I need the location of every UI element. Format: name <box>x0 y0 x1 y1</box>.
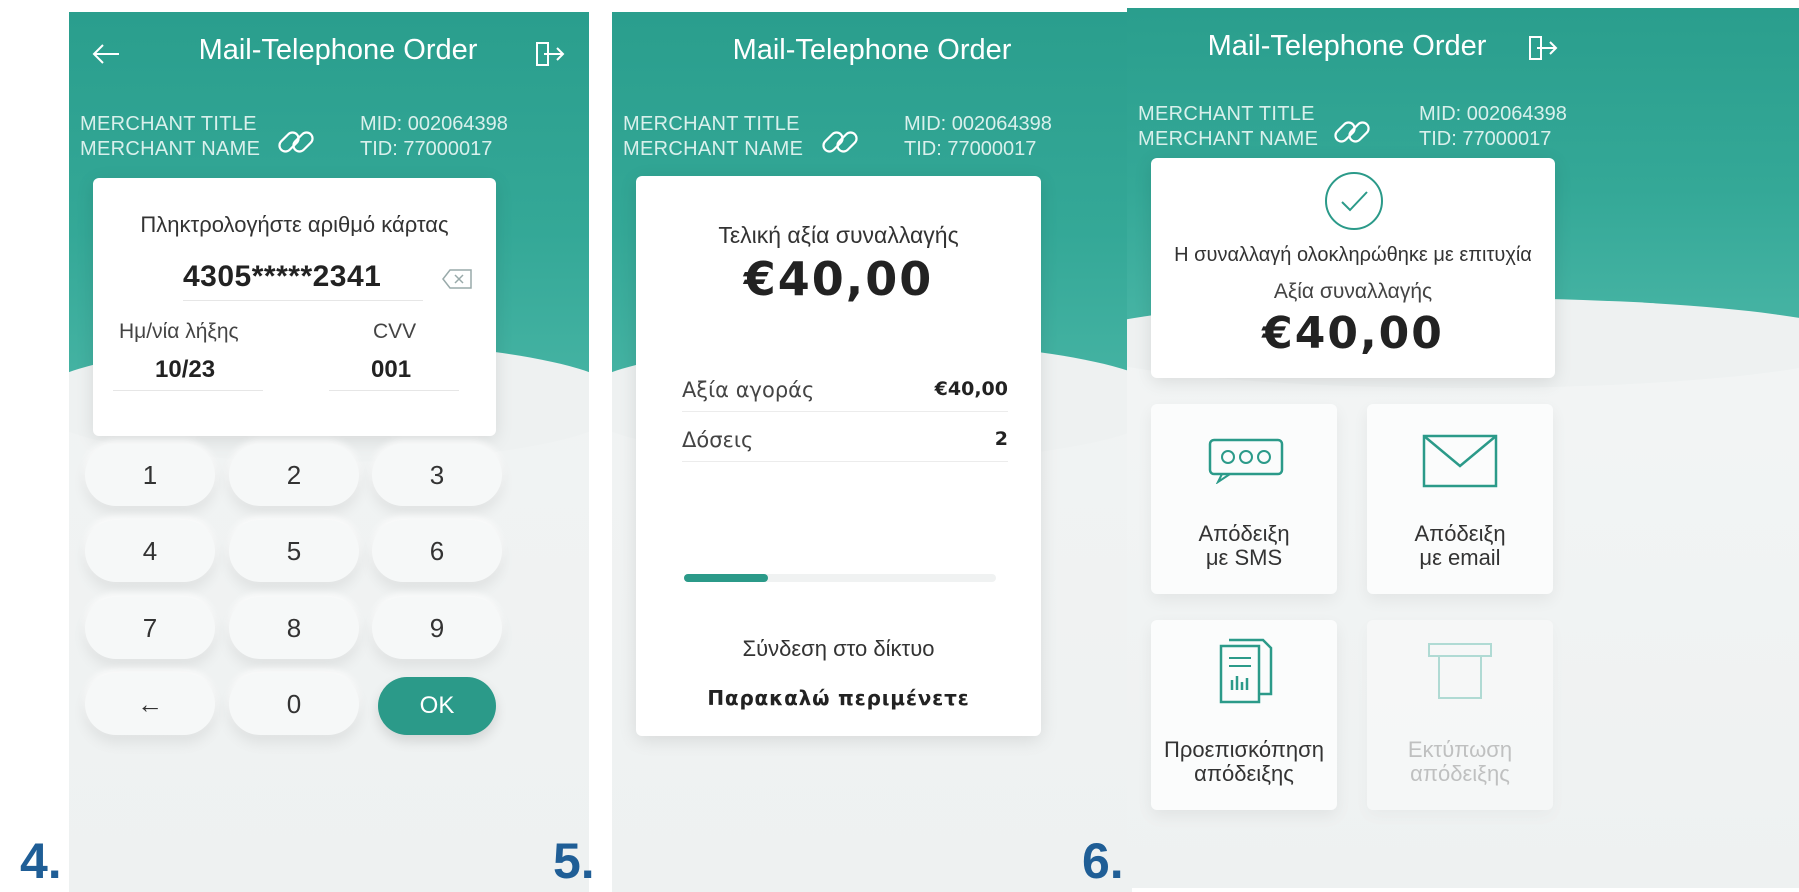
merchant-info: MERCHANT TITLE MERCHANT NAME <box>80 112 260 162</box>
link-icon <box>1330 110 1374 159</box>
terminal-ids: MID: 002064398 TID: 77000017 <box>1419 102 1567 152</box>
merchant-name: MERCHANT NAME <box>80 138 261 160</box>
email-receipt-label-1: Απόδειξη <box>1414 521 1506 546</box>
receipt-preview-icon <box>1219 638 1273 709</box>
preview-receipt-tile[interactable]: Προεπισκόπηση απόδειξης <box>1151 620 1337 810</box>
card-entry-panel: Πληκτρολογήστε αριθμό κάρτας 4305*****23… <box>93 178 496 436</box>
email-receipt-label-2: με email <box>1419 545 1501 570</box>
mid-value: MID: 002064398 <box>360 113 508 135</box>
page-title: Mail-Telephone Order <box>732 34 1012 66</box>
success-message: Η συναλλαγή ολοκληρώθηκε με επιτυχία <box>1174 244 1532 266</box>
logout-icon[interactable] <box>1525 32 1559 71</box>
amount-value: €40,00 <box>1262 308 1444 359</box>
success-panel: Η συναλλαγή ολοκληρώθηκε με επιτυχία Αξί… <box>1151 158 1555 378</box>
sms-receipt-label-1: Απόδειξη <box>1198 521 1290 546</box>
page-title: Mail-Telephone Order <box>1207 30 1487 62</box>
preview-receipt-label-2: απόδειξης <box>1194 761 1294 786</box>
key-back[interactable]: ← <box>85 673 215 735</box>
key-4[interactable]: 4 <box>85 520 215 582</box>
step-number-6: 6. <box>1082 833 1124 889</box>
ok-button[interactable]: OK <box>378 677 496 735</box>
merchant-info: MERCHANT TITLE MERCHANT NAME <box>623 112 803 162</box>
purchase-label: Αξία αγοράς <box>682 378 815 402</box>
screen-card-entry: Mail-Telephone Order MERCHANT TITLE MERC… <box>69 12 589 892</box>
card-number-prompt: Πληκτρολογήστε αριθμό κάρτας <box>140 212 449 237</box>
progress-bar <box>684 574 996 582</box>
terminal-ids: MID: 002064398 TID: 77000017 <box>360 112 508 162</box>
merchant-info: MERCHANT TITLE MERCHANT NAME <box>1138 102 1318 152</box>
expiry-label: Ημ/νία λήξης <box>119 320 239 343</box>
total-amount: €40,00 <box>743 252 934 306</box>
key-5[interactable]: 5 <box>229 520 359 582</box>
print-receipt-tile[interactable]: Εκτύπωση απόδειξης <box>1367 620 1553 810</box>
key-0[interactable]: 0 <box>229 673 359 735</box>
link-icon <box>818 120 862 169</box>
key-8[interactable]: 8 <box>229 597 359 659</box>
progress-fill <box>684 574 769 582</box>
merchant-title: MERCHANT TITLE <box>1138 103 1315 125</box>
purchase-row: Αξία αγοράς €40,00 <box>682 378 1008 412</box>
terminal-ids: MID: 002064398 TID: 77000017 <box>904 112 1052 162</box>
key-6[interactable]: 6 <box>372 520 502 582</box>
card-number-input[interactable]: 4305*****2341 <box>183 260 423 301</box>
tid-value: TID: 77000017 <box>1419 128 1552 150</box>
merchant-title: MERCHANT TITLE <box>80 113 257 135</box>
purchase-value: €40,00 <box>934 378 1008 400</box>
cvv-label: CVV <box>373 320 417 343</box>
clear-input-icon[interactable] <box>441 268 473 295</box>
key-1[interactable]: 1 <box>85 444 215 506</box>
print-receipt-label-1: Εκτύπωση <box>1407 737 1513 762</box>
amount-label: Αξία συναλλαγής <box>1273 280 1433 303</box>
sms-receipt-label-2: με SMS <box>1205 545 1283 570</box>
link-icon <box>274 120 318 169</box>
installments-row: Δόσεις 2 <box>682 428 1008 462</box>
transaction-panel: Τελική αξία συναλλαγής €40,00 Αξία αγορά… <box>636 176 1041 736</box>
page-title: Mail-Telephone Order <box>198 34 478 66</box>
sms-receipt-tile[interactable]: Απόδειξη με SMS <box>1151 404 1337 594</box>
print-receipt-label-2: απόδειξης <box>1410 761 1510 786</box>
installments-value: 2 <box>994 428 1008 450</box>
screen-processing: Mail-Telephone Order MERCHANT TITLE MERC… <box>612 12 1132 892</box>
merchant-name: MERCHANT NAME <box>623 138 804 160</box>
tid-value: TID: 77000017 <box>360 138 493 160</box>
preview-receipt-label-1: Προεπισκόπηση <box>1164 737 1324 762</box>
expiry-input[interactable]: 10/23 <box>113 356 263 391</box>
printer-icon <box>1425 640 1495 705</box>
step-number-4: 4. <box>20 833 62 889</box>
merchant-title: MERCHANT TITLE <box>623 113 800 135</box>
key-9[interactable]: 9 <box>372 597 502 659</box>
tid-value: TID: 77000017 <box>904 138 1037 160</box>
mid-value: MID: 002064398 <box>1419 103 1567 125</box>
envelope-icon <box>1422 434 1498 493</box>
logout-icon[interactable] <box>532 38 566 77</box>
key-2[interactable]: 2 <box>229 444 359 506</box>
sms-icon <box>1208 438 1284 489</box>
step-number-5: 5. <box>553 833 595 889</box>
total-label: Τελική αξία συναλλαγής <box>718 222 959 248</box>
key-3[interactable]: 3 <box>372 444 502 506</box>
status-text: Σύνδεση στο δίκτυο <box>742 636 935 661</box>
mid-value: MID: 002064398 <box>904 113 1052 135</box>
installments-label: Δόσεις <box>682 428 754 452</box>
wait-text: Παρακαλώ περιμένετε <box>707 686 970 710</box>
screen-success: Mail-Telephone Order MERCHANT TITLE MERC… <box>1127 8 1799 888</box>
key-7[interactable]: 7 <box>85 597 215 659</box>
success-check-icon <box>1323 170 1385 237</box>
email-receipt-tile[interactable]: Απόδειξη με email <box>1367 404 1553 594</box>
merchant-name: MERCHANT NAME <box>1138 128 1319 150</box>
cvv-input[interactable]: 001 <box>329 356 459 391</box>
